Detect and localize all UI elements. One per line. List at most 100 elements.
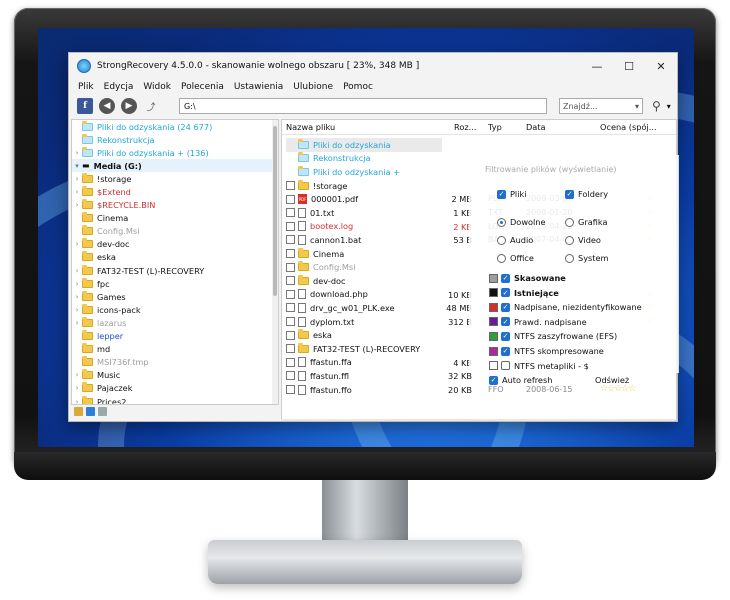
filter-radio-video[interactable]: Video [565, 235, 601, 245]
menu-ulubione[interactable]: Ulubione [288, 82, 338, 92]
search-options-chevron-icon[interactable]: ▾ [667, 102, 671, 111]
row-checkbox[interactable] [286, 181, 295, 191]
row-checkbox[interactable] [286, 208, 295, 218]
column-rating[interactable]: Ocena (spój... [600, 122, 657, 132]
tree-item[interactable]: › Music [72, 369, 278, 382]
list-view-icon[interactable] [86, 406, 95, 416]
tree-item[interactable]: › FAT32-TEST (L)-RECOVERY [72, 264, 278, 277]
tree-view-icon[interactable] [74, 406, 83, 416]
search-input[interactable]: Znajdź... ▾ [559, 98, 643, 114]
tree-item[interactable]: Cinema [72, 212, 278, 225]
row-checkbox[interactable] [286, 317, 295, 327]
chevron-right-icon[interactable]: › [72, 293, 82, 301]
file-list-hscroll[interactable] [281, 419, 675, 421]
legend-item[interactable]: ✓ Istniejące [489, 288, 559, 298]
chevron-right-icon[interactable]: › [72, 267, 82, 275]
column-name[interactable]: Nazwa pliku [286, 122, 335, 132]
row-checkbox[interactable] [286, 289, 295, 299]
legend-item[interactable]: NTFS metapliki - $ [489, 361, 589, 371]
menu-ustawienia[interactable]: Ustawienia [229, 82, 288, 92]
search-icon[interactable]: ⚲ [652, 99, 661, 113]
chevron-right-icon[interactable]: › [72, 175, 82, 183]
checkbox-checked-icon: ✓ [501, 317, 510, 327]
legend-item[interactable]: ✓ Nadpisane, niezidentyfikowane [489, 302, 642, 312]
column-date[interactable]: Data [526, 122, 546, 132]
minimize-button[interactable]: — [581, 60, 613, 73]
row-checkbox[interactable] [286, 194, 295, 204]
chevron-right-icon[interactable]: › [72, 188, 82, 196]
tree-item[interactable]: MSI736f.tmp [72, 356, 278, 369]
legend-item[interactable]: ✓ NTFS skompresowane [489, 346, 604, 356]
folder-tree[interactable]: Pliki do odzyskania (24 677) Rekonstrukcj… [71, 119, 279, 405]
file-row[interactable]: Pliki do odzyskania [286, 138, 442, 152]
row-checkbox[interactable] [286, 249, 295, 259]
tree-item[interactable]: › !storage [72, 172, 278, 185]
tree-item[interactable]: › fpc [72, 277, 278, 290]
address-bar[interactable]: G:\ [179, 98, 547, 114]
filter-radio-dowolne[interactable]: Dowolne [497, 217, 546, 227]
row-checkbox[interactable] [286, 385, 295, 395]
legend-item[interactable]: ✓ NTFS zaszyfrowane (EFS) [489, 331, 617, 341]
menu-plik[interactable]: Plik [73, 82, 99, 92]
auto-refresh-checkbox[interactable]: ✓ Auto refresh [489, 375, 552, 385]
tree-scrollbar[interactable] [272, 120, 278, 404]
chevron-right-icon[interactable]: › [72, 201, 82, 209]
tree-item[interactable]: › Games [72, 290, 278, 303]
grid-view-icon[interactable] [98, 406, 107, 416]
tree-item[interactable]: › $RECYCLE.BIN [72, 199, 278, 212]
tree-item[interactable]: Config.Msi [72, 225, 278, 238]
column-type[interactable]: Typ [488, 122, 502, 132]
tree-item[interactable]: › lazarus [72, 316, 278, 329]
legend-item[interactable]: ✓ Skasowane [489, 273, 566, 283]
row-checkbox[interactable] [286, 303, 295, 313]
up-folder-icon[interactable]: ⤴ [143, 98, 159, 114]
forward-icon[interactable]: ▶ [121, 98, 137, 114]
row-checkbox[interactable] [286, 344, 295, 354]
chevron-right-icon[interactable]: › [72, 384, 82, 392]
menu-widok[interactable]: Widok [138, 82, 176, 92]
tree-item[interactable]: Rekonstrukcja [72, 133, 278, 146]
tree-item[interactable]: › icons-pack [72, 303, 278, 316]
tree-item[interactable]: › $Extend [72, 185, 278, 198]
tree-item[interactable]: Pliki do odzyskania (24 677) [72, 120, 278, 133]
maximize-button[interactable]: ☐ [613, 60, 645, 73]
tree-item[interactable]: › dev-doc [72, 238, 278, 251]
column-size[interactable]: Roz... [454, 122, 476, 132]
legend-color-swatch [489, 302, 498, 312]
filter-radio-audio[interactable]: Audio [497, 235, 533, 245]
tree-item[interactable]: md [72, 343, 278, 356]
tree-item[interactable]: › Pajaczek [72, 382, 278, 395]
legend-item[interactable]: ✓ Prawd. nadpisane [489, 317, 587, 327]
menu-polecenia[interactable]: Polecenia [176, 82, 229, 92]
chevron-right-icon[interactable]: › [72, 149, 82, 157]
chevron-right-icon[interactable]: › [72, 280, 82, 288]
filter-radio-system[interactable]: System [565, 253, 609, 263]
filter-files-checkbox[interactable]: ✓ Pliki [497, 189, 527, 199]
row-checkbox[interactable] [286, 330, 295, 340]
filter-radio-grafika[interactable]: Grafika [565, 217, 608, 227]
close-button[interactable]: ✕ [645, 60, 677, 73]
filter-radio-office[interactable]: Office [497, 253, 534, 263]
row-checkbox[interactable] [286, 235, 295, 245]
row-checkbox[interactable] [286, 262, 295, 272]
chevron-right-icon[interactable]: › [72, 319, 82, 327]
filter-folders-checkbox[interactable]: ✓ Foldery [565, 189, 608, 199]
row-checkbox[interactable] [286, 357, 295, 367]
chevron-right-icon[interactable]: › [72, 306, 82, 314]
tree-item[interactable]: lepper [72, 330, 278, 343]
row-checkbox[interactable] [286, 221, 295, 231]
row-checkbox[interactable] [286, 371, 295, 381]
tree-item[interactable]: › Pliki do odzyskania + (136) [72, 146, 278, 159]
tree-item[interactable]: ▾ ▬ Media (G:) [72, 159, 278, 173]
row-checkbox[interactable] [286, 276, 295, 286]
chevron-right-icon[interactable]: › [72, 240, 82, 248]
menu-edycja[interactable]: Edycja [99, 82, 139, 92]
chevron-down-icon[interactable]: ▾ [72, 162, 82, 170]
refresh-button[interactable]: Odśwież [595, 375, 629, 385]
menu-pomoc[interactable]: Pomoc [338, 82, 378, 92]
chevron-right-icon[interactable]: › [72, 371, 82, 379]
tree-item[interactable]: eska [72, 251, 278, 264]
facebook-icon[interactable]: f [77, 98, 93, 114]
back-icon[interactable]: ◀ [99, 98, 115, 114]
tree-scroll-thumb[interactable] [273, 126, 277, 296]
